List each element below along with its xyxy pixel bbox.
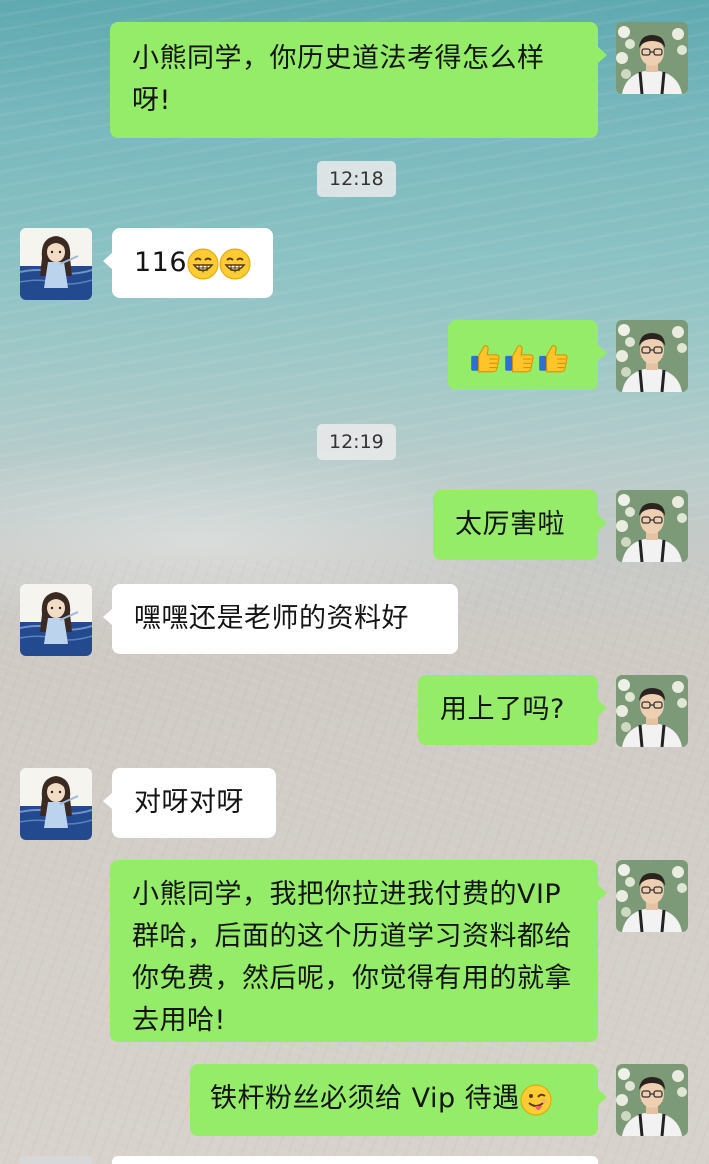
message-bubble-incoming[interactable]: 对呀对呀 [103, 768, 276, 838]
message-text: 116 [134, 247, 188, 278]
timestamp: 12:19 [317, 424, 396, 460]
student-avatar[interactable] [20, 584, 92, 656]
message-text: 铁杆粉丝必须给 Vip 待遇 [210, 1083, 520, 1114]
teacher-avatar[interactable] [616, 320, 688, 392]
message-text: 太厉害啦 [455, 509, 565, 540]
teacher-avatar[interactable] [616, 675, 688, 747]
message-bubble-outgoing[interactable] [448, 320, 607, 390]
thumbs-up-emoji [536, 341, 570, 375]
student-avatar[interactable] [20, 768, 92, 840]
message-bubble-outgoing[interactable]: 小熊同学，我把你拉进我付费的VIP群哈，后面的这个历道学习资料都给你免费，然后呢… [110, 860, 607, 1042]
thumbs-up-emoji [502, 341, 536, 375]
timestamp-text: 12:18 [329, 168, 384, 190]
teacher-avatar[interactable] [616, 1064, 688, 1136]
message-bubble-incoming[interactable]: 嘿嘿还是老师的资料好 [103, 584, 458, 654]
timestamp-text: 12:19 [329, 431, 384, 453]
student-avatar[interactable] [20, 228, 92, 300]
message-bubble-outgoing[interactable]: 铁杆粉丝必须给 Vip 待遇 [190, 1064, 607, 1136]
message-text: 小熊同学，你历史道法考得怎么样呀! [132, 43, 545, 116]
student-avatar-partial [20, 1156, 92, 1164]
message-bubble-incoming[interactable]: 116 [102, 228, 274, 298]
wink-tongue-emoji [520, 1084, 552, 1116]
message-text: 对呀对呀 [134, 787, 244, 818]
message-bubble-outgoing[interactable]: 小熊同学，你历史道法考得怎么样呀! [110, 22, 607, 138]
timestamp: 12:18 [317, 161, 396, 197]
message-text: 小熊同学，我把你拉进我付费的VIP群哈，后面的这个历道学习资料都给你免费，然后呢… [132, 879, 572, 1036]
message-text: 嘿嘿还是老师的资料好 [134, 603, 409, 634]
teacher-avatar[interactable] [616, 22, 688, 94]
message-bubble-outgoing[interactable]: 用上了吗? [418, 675, 607, 745]
teacher-avatar[interactable] [616, 860, 688, 932]
message-text: 用上了吗? [440, 694, 565, 725]
grin-emoji [187, 248, 219, 280]
grin-emoji [219, 248, 251, 280]
teacher-avatar[interactable] [616, 490, 688, 562]
message-bubble-partial [112, 1156, 598, 1164]
thumbs-up-emoji [468, 341, 502, 375]
message-bubble-outgoing[interactable]: 太厉害啦 [433, 490, 607, 560]
